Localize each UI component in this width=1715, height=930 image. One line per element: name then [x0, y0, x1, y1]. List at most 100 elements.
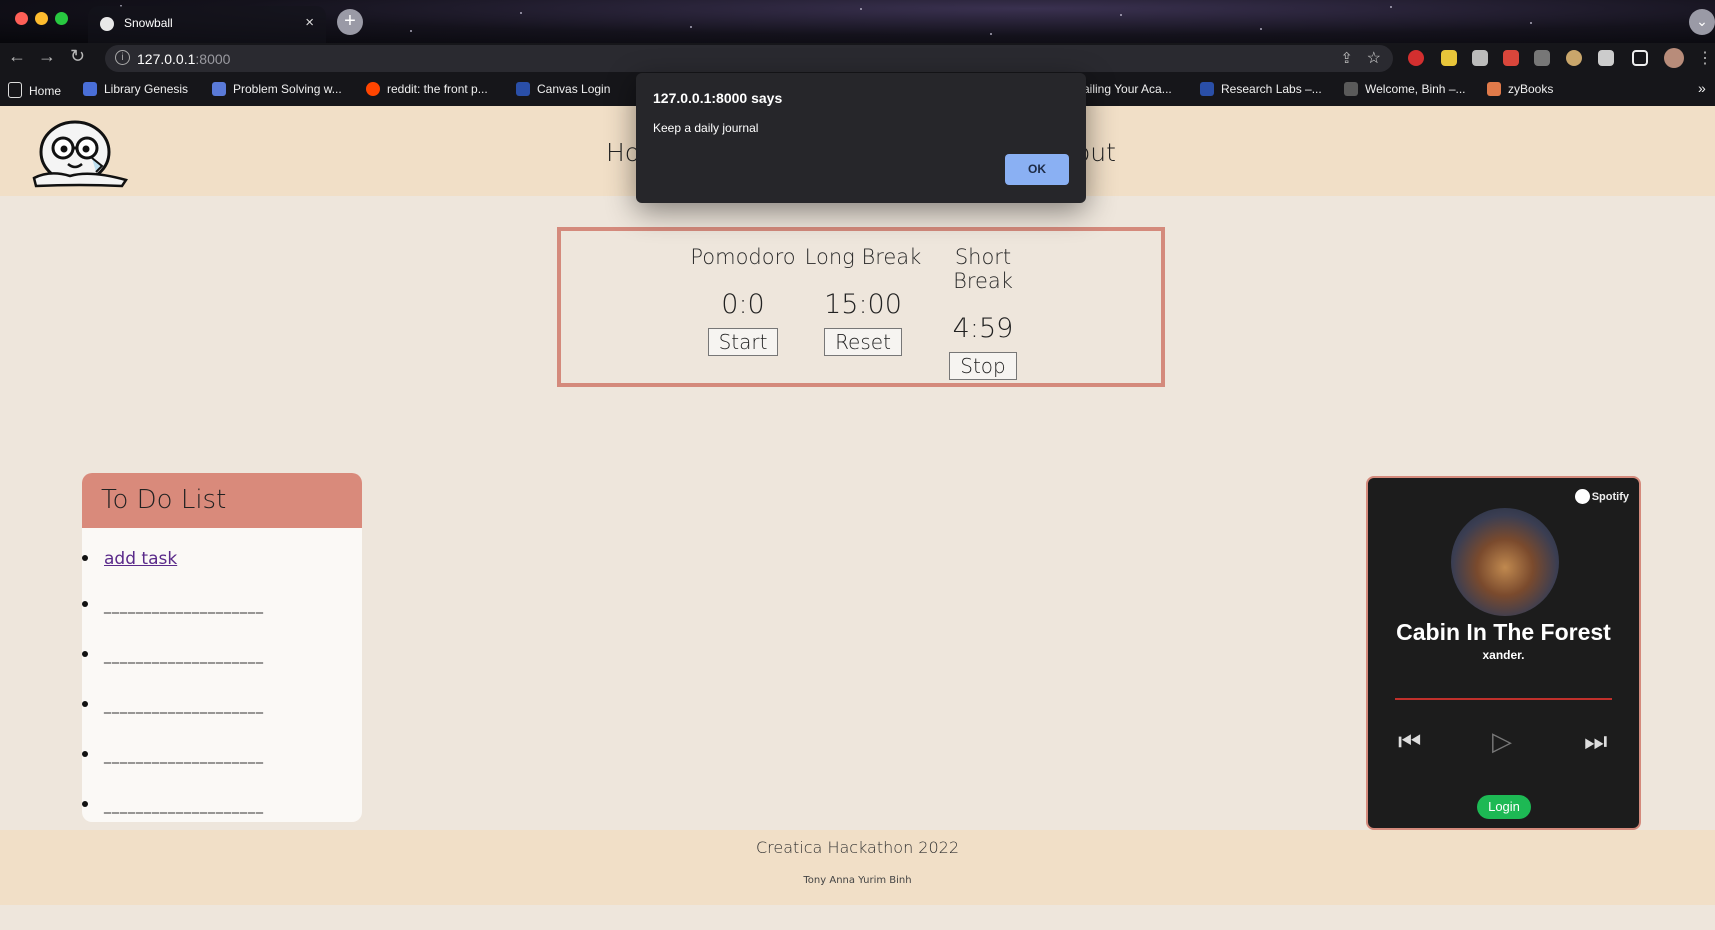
todo-blank-line: ____________________ [104, 598, 264, 614]
previous-track-icon[interactable]: ⏮ [1398, 726, 1421, 758]
star-decoration [520, 12, 522, 14]
short-break-time: 4:59 [952, 313, 1014, 344]
add-task-link[interactable]: add task [104, 549, 177, 569]
extension-icon[interactable] [1408, 50, 1424, 66]
list-item: add task [82, 549, 177, 569]
bullet [82, 601, 88, 607]
footer-title: Creatica Hackathon 2022 [755, 838, 960, 857]
next-track-icon[interactable]: ⏭ [1584, 726, 1607, 758]
list-item[interactable]: ____________________ [82, 795, 264, 815]
nav-home-link[interactable]: Ho [606, 138, 640, 167]
back-arrow-icon[interactable]: ← [8, 46, 26, 67]
ucr-icon [516, 82, 530, 96]
bookmark-reddit[interactable]: reddit: the front p... [366, 82, 488, 96]
track-title[interactable]: Cabin In The Forest [1368, 619, 1639, 646]
zybooks-icon [1487, 82, 1501, 96]
star-decoration [1530, 22, 1532, 24]
share-icon[interactable]: ⇪ [1340, 49, 1353, 67]
pomodoro-label: Pomodoro [690, 245, 796, 269]
extension-icon[interactable] [1472, 50, 1488, 66]
bookmark-library-genesis[interactable]: Library Genesis [83, 82, 188, 96]
extension-icon[interactable] [1566, 50, 1582, 66]
pomodoro-column: Pomodoro 0:0 Start [683, 245, 803, 356]
extension-icon[interactable] [1534, 50, 1550, 66]
short-break-column: Short Break 4:59 Stop [923, 245, 1043, 380]
todo-blank-line: ____________________ [104, 698, 264, 714]
reset-button[interactable]: Reset [824, 328, 902, 356]
bullet [82, 801, 88, 807]
bookmark-zybooks[interactable]: zyBooks [1487, 82, 1553, 96]
long-break-time: 15:00 [824, 289, 902, 320]
spotify-login-button[interactable]: Login [1477, 795, 1531, 819]
extension-icon[interactable] [1441, 50, 1457, 66]
dialog-title: 127.0.0.1:8000 says [653, 90, 783, 106]
browser-tab-strip: Snowball × + ⌄ [0, 0, 1715, 43]
todo-list-panel: To Do List add task ____________________… [82, 473, 362, 822]
spotify-logo[interactable]: Spotify [1574, 489, 1629, 504]
site-favicon-icon [100, 17, 114, 31]
todo-header: To Do List [82, 473, 362, 528]
forward-arrow-icon[interactable]: → [38, 46, 56, 67]
profile-avatar[interactable] [1664, 48, 1684, 68]
bullet [82, 555, 88, 561]
bookmarks-overflow-icon[interactable]: » [1698, 80, 1706, 96]
todo-blank-line: ____________________ [104, 748, 264, 764]
site-footer: Creatica Hackathon 2022 Tony Anna Yurim … [0, 830, 1715, 905]
star-decoration [690, 26, 692, 28]
bookmark-canvas-login[interactable]: Canvas Login [516, 82, 610, 96]
star-decoration [860, 8, 862, 10]
minimize-window-button[interactable] [35, 12, 48, 25]
star-decoration [1120, 14, 1122, 16]
footer-credits: Tony Anna Yurim Binh [803, 875, 912, 886]
dialog-ok-button[interactable]: OK [1005, 154, 1069, 185]
tab-title: Snowball [124, 16, 173, 30]
stop-button[interactable]: Stop [949, 352, 1017, 380]
play-icon[interactable]: ▷ [1492, 726, 1512, 757]
bookmark-star-icon[interactable]: ☆ [1367, 48, 1381, 68]
bookmark-research-labs[interactable]: Research Labs –... [1200, 82, 1322, 96]
ucr-icon [1200, 82, 1214, 96]
playback-progress-bar[interactable] [1395, 698, 1612, 700]
bookmark-nailing-your-academic[interactable]: ailing Your Aca... [1083, 82, 1172, 96]
puzzle-extensions-icon[interactable] [1598, 50, 1614, 66]
browser-toolbar: ← → ↻ i 127.0.0.1:8000 ⇪ ☆ ⋮ [0, 43, 1715, 74]
start-button[interactable]: Start [707, 328, 779, 356]
star-decoration [1260, 28, 1262, 30]
list-item[interactable]: ____________________ [82, 745, 264, 765]
triangle-icon [212, 82, 226, 96]
bookmark-home[interactable]: Home [8, 82, 61, 98]
bullet [82, 701, 88, 707]
todo-blank-line: ____________________ [104, 798, 264, 814]
home-icon [8, 82, 22, 98]
tab-search-button[interactable]: ⌄ [1689, 9, 1715, 35]
list-item[interactable]: ____________________ [82, 595, 264, 615]
site-info-icon[interactable]: i [115, 50, 130, 65]
alert-dialog: 127.0.0.1:8000 says Keep a daily journal… [636, 73, 1086, 203]
album-cover[interactable] [1451, 508, 1559, 616]
long-break-column: Long Break 15:00 Reset [803, 245, 923, 356]
star-decoration [1390, 6, 1392, 8]
bookmark-welcome-binh[interactable]: Welcome, Binh –... [1344, 82, 1466, 96]
new-tab-button[interactable]: + [337, 9, 363, 35]
tab-close-icon[interactable]: × [305, 14, 314, 31]
long-break-label: Long Break [804, 245, 922, 269]
close-window-button[interactable] [15, 12, 28, 25]
reload-icon[interactable]: ↻ [70, 46, 85, 67]
list-item[interactable]: ____________________ [82, 695, 264, 715]
star-decoration [410, 30, 412, 32]
bookmark-problem-solving[interactable]: Problem Solving w... [212, 82, 342, 96]
book-icon [83, 82, 97, 96]
bullet [82, 651, 88, 657]
side-panel-icon[interactable] [1632, 50, 1648, 66]
short-break-label: Short Break [953, 245, 1013, 293]
snowball-logo[interactable] [30, 114, 130, 190]
menu-kebab-icon[interactable]: ⋮ [1697, 48, 1713, 68]
extension-icon[interactable] [1503, 50, 1519, 66]
blackboard-icon [1344, 82, 1358, 96]
track-artist[interactable]: xander. [1368, 648, 1639, 662]
list-item[interactable]: ____________________ [82, 645, 264, 665]
browser-tab[interactable]: Snowball × [88, 6, 326, 43]
maximize-window-button[interactable] [55, 12, 68, 25]
spotify-embed-player: Spotify Cabin In The Forest xander. ⏮ ▷ … [1366, 476, 1641, 830]
address-bar[interactable]: i 127.0.0.1:8000 ⇪ ☆ [105, 45, 1393, 72]
